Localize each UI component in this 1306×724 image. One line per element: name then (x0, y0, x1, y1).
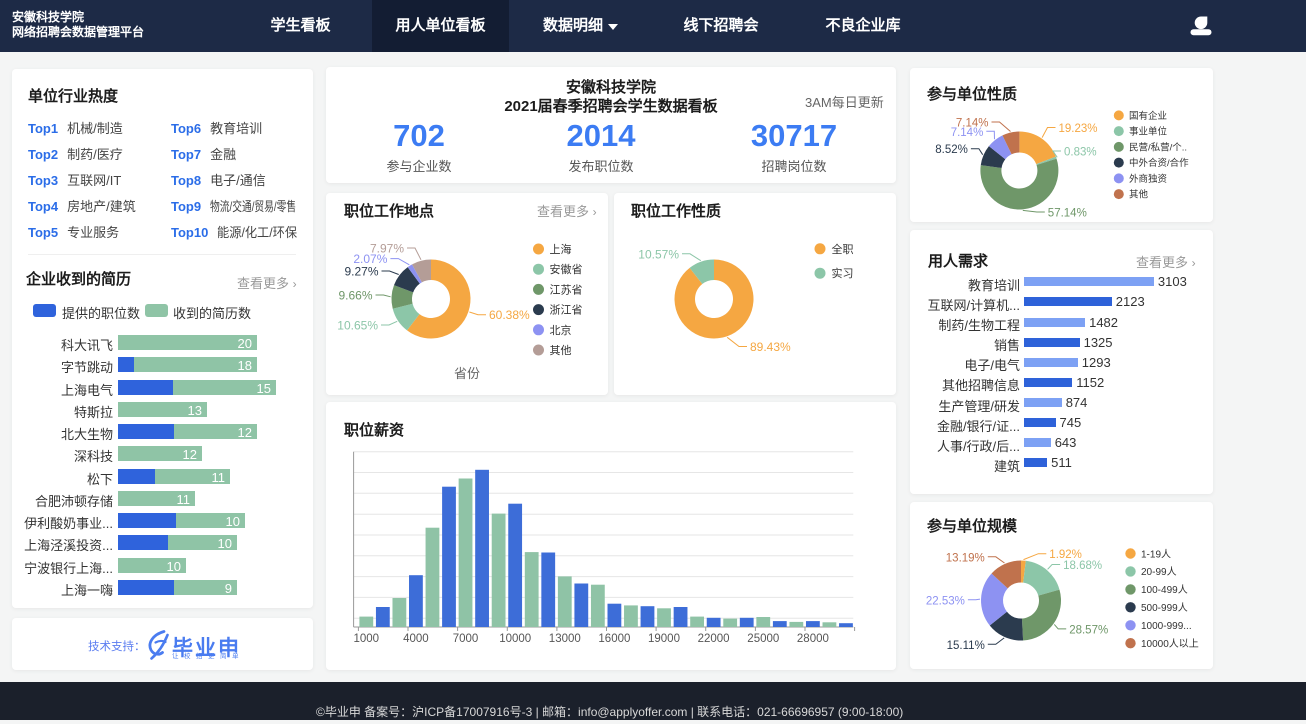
svg-text:10.57%: 10.57% (638, 247, 679, 261)
svg-text:上海: 上海 (550, 242, 572, 256)
svg-text:10000: 10000 (499, 633, 531, 645)
svg-text:国有企业: 国有企业 (1129, 110, 1167, 122)
svg-text:57.14%: 57.14% (1048, 208, 1087, 220)
svg-text:60.38%: 60.38% (489, 308, 530, 322)
svg-text:22.53%: 22.53% (926, 595, 965, 607)
svg-text:13000: 13000 (549, 633, 581, 645)
svg-text:0.83%: 0.83% (1064, 147, 1097, 159)
svg-text:19.23%: 19.23% (1059, 123, 1098, 135)
svg-text:28000: 28000 (797, 633, 829, 645)
svg-text:89.43%: 89.43% (750, 340, 791, 354)
svg-text:7.97%: 7.97% (370, 242, 404, 256)
svg-text:10000人以上: 10000人以上 (1141, 638, 1199, 650)
svg-text:28.57%: 28.57% (1069, 624, 1108, 636)
svg-text:实习: 实习 (832, 266, 854, 280)
svg-text:20-99人: 20-99人 (1141, 566, 1177, 578)
svg-text:7000: 7000 (453, 633, 479, 645)
svg-text:500-999人: 500-999人 (1141, 602, 1188, 614)
svg-text:江苏省: 江苏省 (550, 283, 583, 296)
svg-text:100-499人: 100-499人 (1141, 584, 1188, 596)
svg-text:事业单位: 事业单位 (1129, 126, 1168, 138)
svg-text:其他: 其他 (550, 344, 572, 357)
svg-text:4000: 4000 (403, 633, 429, 645)
svg-text:25000: 25000 (747, 633, 779, 645)
svg-text:1000: 1000 (354, 633, 380, 645)
svg-text:1-19人: 1-19人 (1141, 548, 1171, 560)
svg-text:省份: 省份 (454, 366, 480, 381)
svg-text:全职: 全职 (832, 242, 854, 256)
svg-text:22000: 22000 (698, 633, 730, 645)
svg-text:外商独资: 外商独资 (1129, 173, 1168, 185)
svg-text:19000: 19000 (648, 633, 680, 645)
svg-text:其他: 其他 (1129, 189, 1149, 201)
svg-text:7.14%: 7.14% (956, 118, 989, 130)
svg-text:9.27%: 9.27% (344, 265, 378, 279)
svg-text:8.52%: 8.52% (935, 144, 968, 156)
svg-text:北京: 北京 (550, 323, 572, 337)
svg-text:民营/私营/个..: 民营/私营/个.. (1129, 141, 1187, 153)
svg-text:安徽省: 安徽省 (550, 262, 583, 276)
svg-text:9.66%: 9.66% (338, 289, 372, 303)
svg-text:1000-999...: 1000-999... (1141, 621, 1192, 632)
svg-text:10.65%: 10.65% (337, 319, 378, 333)
svg-text:16000: 16000 (598, 633, 630, 645)
svg-text:18.68%: 18.68% (1063, 560, 1102, 572)
svg-text:中外合资/合作: 中外合资/合作 (1129, 157, 1189, 169)
svg-text:15.11%: 15.11% (947, 640, 985, 652)
svg-text:13.19%: 13.19% (946, 552, 985, 564)
svg-text:浙江省: 浙江省 (550, 304, 583, 317)
